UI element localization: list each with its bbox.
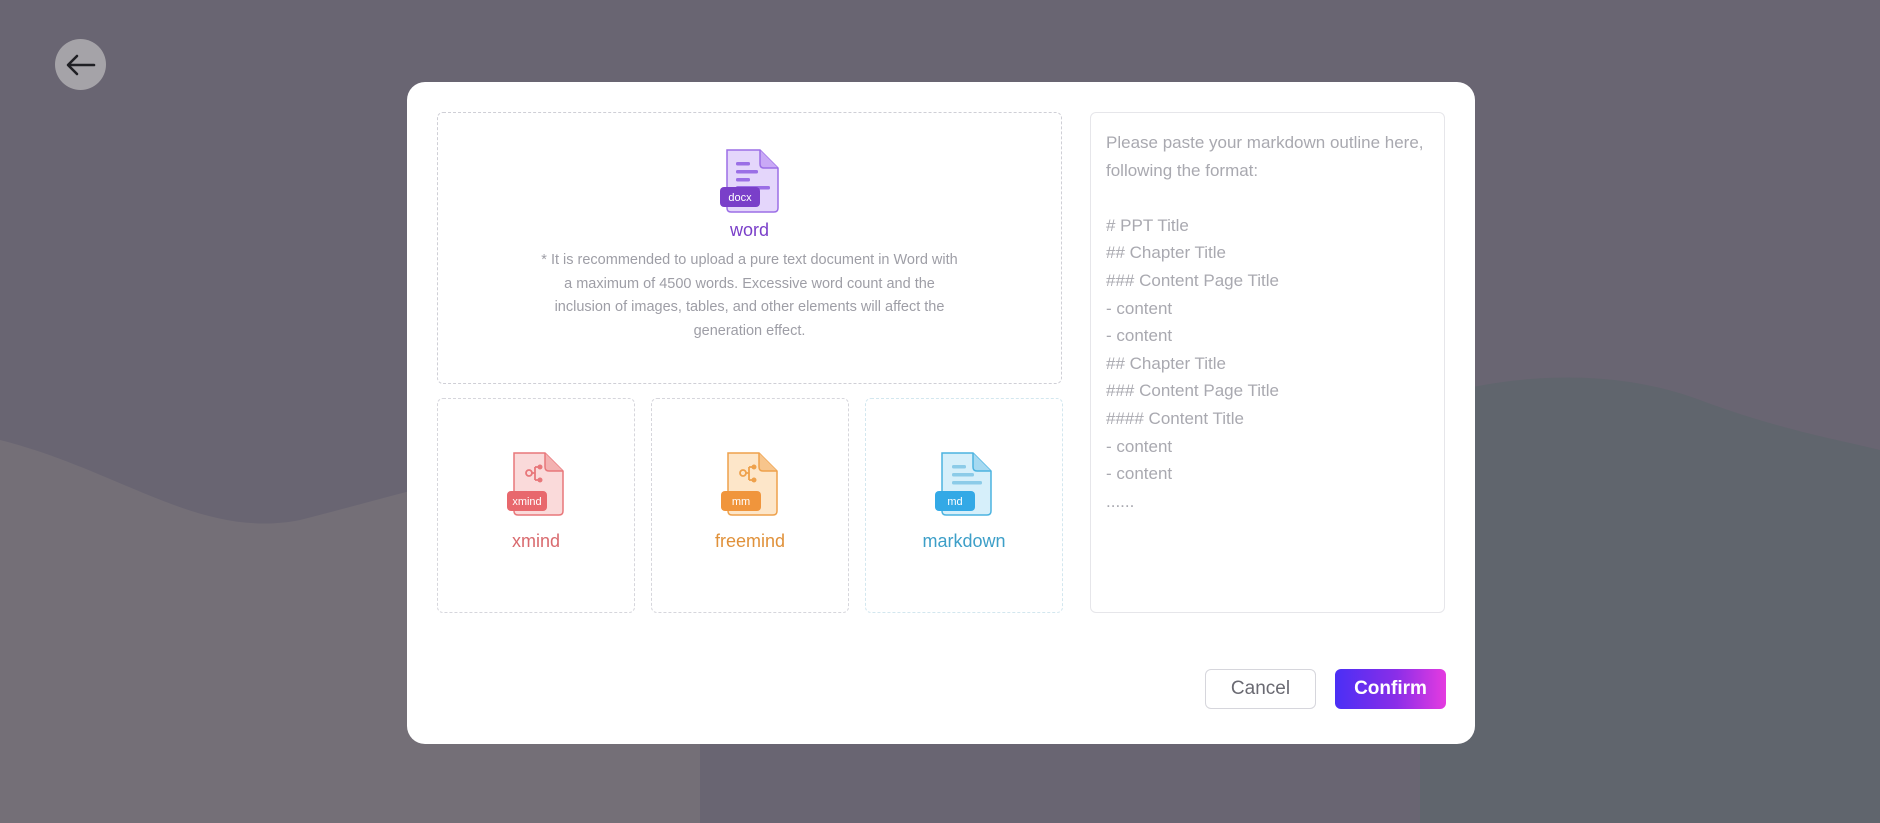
markdown-upload-card[interactable]: md markdown: [865, 398, 1063, 613]
word-upload-hint: * It is recommended to upload a pure tex…: [541, 252, 958, 339]
xmind-label: xmind: [511, 531, 560, 551]
cancel-button[interactable]: Cancel: [1205, 669, 1316, 709]
md-badge: md: [947, 496, 962, 508]
docx-file-icon: docx: [719, 149, 779, 213]
back-button[interactable]: [55, 39, 106, 90]
freemind-upload-card[interactable]: mm freemind: [651, 398, 849, 613]
markdown-outline-input[interactable]: [1090, 112, 1445, 613]
xmind-badge: xmind: [512, 496, 541, 508]
word-label: word: [729, 220, 769, 240]
freemind-label: freemind: [714, 531, 786, 551]
freemind-badge: mm: [732, 496, 750, 508]
import-modal: docx word * It is recommended to upload …: [407, 82, 1475, 744]
xmind-file-icon: xmind: [507, 452, 564, 516]
md-file-icon: md: [935, 452, 992, 516]
markdown-label: markdown: [922, 531, 1006, 551]
arrow-left-icon: [66, 54, 95, 75]
freemind-file-icon: mm: [721, 452, 778, 516]
confirm-button[interactable]: Confirm: [1335, 669, 1446, 709]
xmind-upload-card[interactable]: xmind xmind: [437, 398, 635, 613]
docx-badge: docx: [728, 192, 752, 204]
word-upload-card[interactable]: docx word * It is recommended to upload …: [437, 112, 1062, 384]
